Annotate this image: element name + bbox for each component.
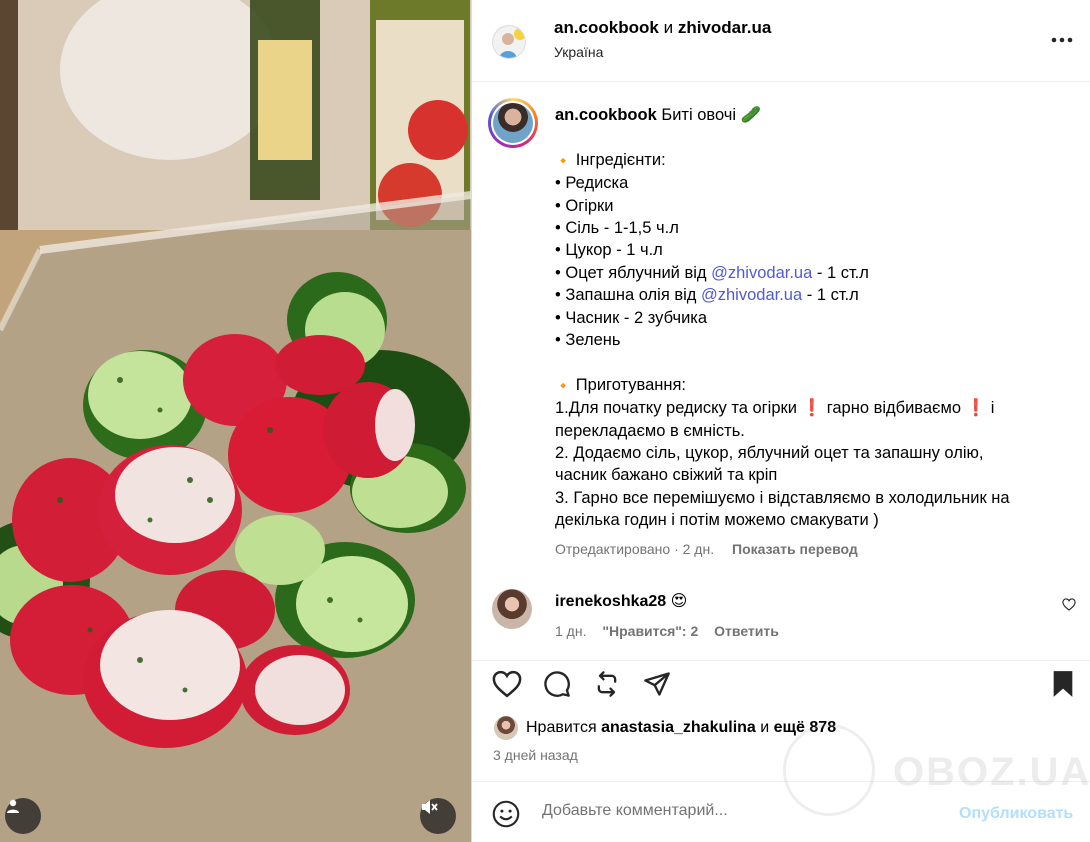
post-header: an.cookbook и zhivodar.ua Україна [472, 0, 1090, 82]
mute-icon [422, 800, 438, 814]
exclamation-emoji: ❗ [801, 399, 823, 418]
like-button[interactable] [492, 669, 522, 699]
comment-likes-link[interactable]: "Нравится": 2 [602, 623, 698, 639]
ingredient-line: • Запашна олія від @zhivodar.ua - 1 ст.л [555, 284, 1075, 306]
author-link-primary[interactable]: an.cookbook [554, 18, 659, 37]
ingredient-line: • Оцет яблучний від @zhivodar.ua - 1 ст.… [555, 262, 1075, 284]
step-line: часник бажано свіжий та кріп [555, 466, 778, 485]
step-line: перекладаємо в ємність. [555, 421, 745, 440]
commenter-avatar[interactable] [492, 589, 532, 629]
location-link[interactable]: Україна [554, 44, 603, 60]
mute-button[interactable] [420, 798, 456, 834]
step-line: декілька годин і потім можемо смакувати … [555, 511, 879, 530]
repost-icon [597, 671, 617, 697]
likes-prefix: Нравится [526, 719, 597, 736]
comment-text: 😍 [670, 593, 688, 610]
exclamation-emoji: ❗ [965, 399, 987, 418]
repost-button[interactable] [592, 669, 622, 699]
diamond-emoji: 🔸 [555, 377, 572, 393]
authors-conjunction: и [663, 18, 674, 37]
step-line: 1.Для початку редиску та огірки ❗ гарно … [555, 397, 1075, 419]
ingredient-line: • Огірки [555, 196, 614, 215]
ingredient-line: • Часник - 2 зубчика [555, 308, 708, 327]
emoji-picker-button[interactable] [492, 800, 520, 833]
heart-icon [1062, 598, 1076, 611]
post-details-panel: an.cookbook и zhivodar.ua Україна an.coo… [471, 0, 1090, 842]
liker-username[interactable]: anastasia_zhakulina [601, 719, 756, 737]
share-button[interactable] [642, 669, 672, 699]
step-line: 3. Гарно все перемішуємо і відставляємо … [555, 488, 1010, 507]
heart-icon [492, 670, 522, 698]
comment-meta: 1 дн. "Нравится": 2 Ответить [555, 623, 779, 639]
ingredient-line: • Цукор - 1 ч.л [555, 241, 663, 260]
mention-link[interactable]: @zhivodar.ua [711, 264, 812, 282]
ingredient-line: • Зелень [555, 331, 621, 350]
liker-avatar [494, 716, 518, 740]
likes-summary[interactable]: Нравится anastasia_zhakulina и ещё 878 [494, 716, 836, 740]
food-photo [0, 0, 471, 842]
comment-body: irenekoshka28 😍 [555, 591, 687, 611]
ingredient-line: • Сіль - 1-1,5 ч.л [555, 219, 679, 238]
share-icon [644, 672, 670, 696]
show-translation-link[interactable]: Показать перевод [732, 541, 858, 557]
caption-title: Биті овочі 🥒 [661, 106, 762, 124]
post-authors: an.cookbook и zhivodar.ua [554, 18, 771, 38]
post-media[interactable] [0, 0, 471, 842]
comment-reply-button[interactable]: Ответить [714, 623, 779, 639]
step-line: 2. Додаємо сіль, цукор, яблучний оцет та… [555, 444, 984, 463]
bookmark-icon [1053, 671, 1073, 697]
ingredients-heading: Інгредієнти: [575, 150, 666, 169]
comment-username[interactable]: irenekoshka28 [555, 593, 666, 610]
caption-meta: Отредактировано · 2 дн. Показать перевод [555, 541, 858, 557]
ingredient-text: - 1 ст.л [802, 286, 859, 305]
emoji-icon [492, 800, 520, 828]
avatar [493, 26, 525, 58]
caption-username[interactable]: an.cookbook [555, 106, 657, 124]
comment-composer: Опубликовать [472, 781, 1090, 842]
step-text: гарно відбиваємо [822, 399, 966, 418]
diamond-emoji: 🔸 [555, 152, 572, 168]
post-timestamp[interactable]: 3 дней назад [493, 747, 578, 763]
comment-input[interactable] [542, 802, 942, 820]
post-actions-bar [472, 660, 1090, 710]
more-options-button[interactable] [1050, 30, 1074, 50]
ingredient-text: • Запашна олія від [555, 286, 701, 305]
preparation-heading: Приготування: [575, 375, 686, 394]
step-text: 1.Для початку редиску та огірки [555, 399, 802, 418]
author-link-collab[interactable]: zhivodar.ua [678, 18, 772, 37]
caption-author-avatar[interactable] [488, 98, 538, 148]
step-text: і [986, 399, 995, 418]
mention-link[interactable]: @zhivodar.ua [701, 286, 802, 304]
ingredient-text: • Оцет яблучний від [555, 263, 712, 282]
user-tag-button[interactable] [5, 798, 41, 834]
comment-like-button[interactable] [1062, 598, 1076, 616]
user-tag-icon [7, 799, 19, 813]
avatar [493, 103, 533, 143]
likes-count[interactable]: ещё 878 [774, 719, 836, 737]
post-caption: an.cookbook Биті овочі 🥒 🔸 Інгредієнти: … [555, 104, 1075, 532]
edited-label: Отредактировано · 2 дн. [555, 541, 715, 557]
comment-age: 1 дн. [555, 623, 587, 639]
ingredient-line: • Редиска [555, 174, 629, 193]
likes-conjunction: и [760, 719, 770, 736]
comment-icon [544, 671, 570, 697]
instagram-post-view: an.cookbook и zhivodar.ua Україна an.coo… [0, 0, 1090, 842]
save-button[interactable] [1048, 669, 1078, 699]
more-options-icon [1051, 37, 1073, 43]
ingredient-text: - 1 ст.л [812, 263, 869, 282]
author-avatar[interactable] [492, 25, 526, 59]
publish-button[interactable]: Опубликовать [959, 805, 1073, 823]
comment-button[interactable] [542, 669, 572, 699]
